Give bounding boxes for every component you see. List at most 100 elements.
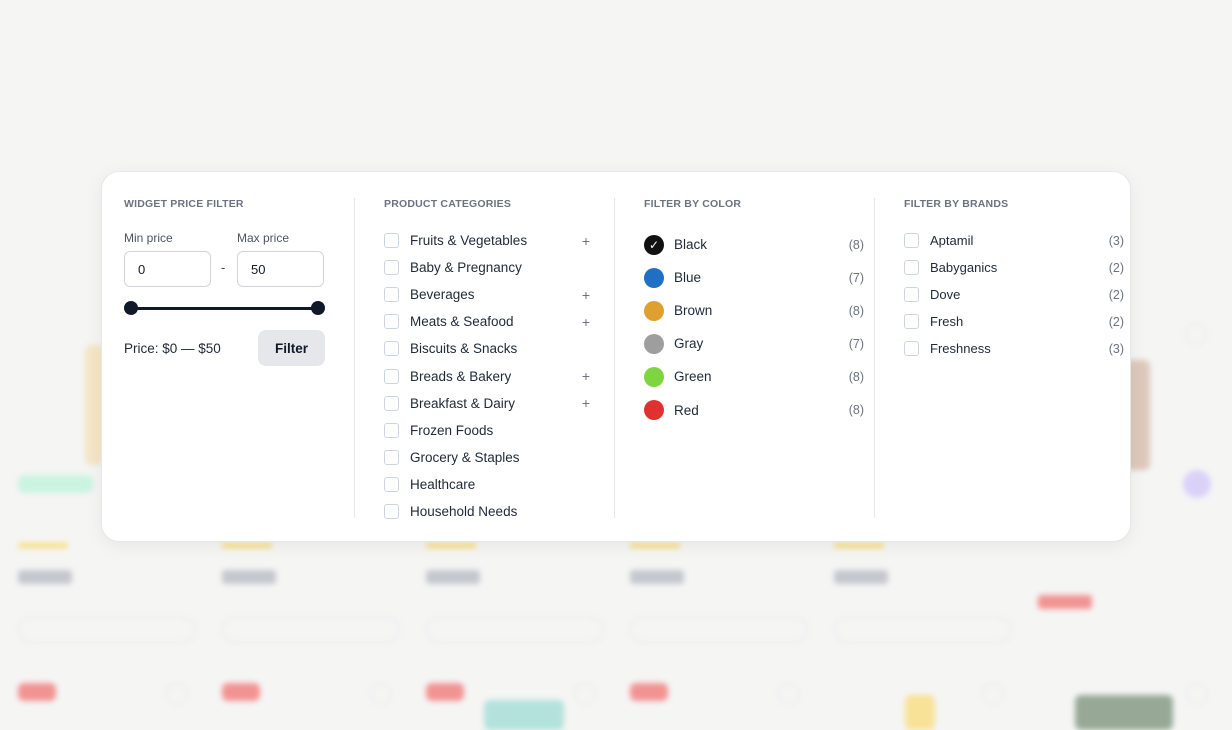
price-slider-min-handle[interactable] [124, 301, 138, 315]
brand-filter-section: FILTER BY BRANDS Aptamil (3) Babyganics (2)… [904, 172, 1136, 541]
color-swatch[interactable]: ✓ [644, 234, 664, 255]
brand-item[interactable]: Fresh (2) [904, 308, 1136, 335]
max-price-label: Max price [237, 231, 290, 245]
color-count: (8) [848, 403, 864, 418]
price-filter-section: WIDGET PRICE FILTER Min price Max price … [124, 172, 354, 541]
expand-plus-icon[interactable]: + [582, 368, 590, 384]
category-checkbox[interactable] [384, 449, 399, 465]
category-checkbox[interactable] [384, 503, 399, 519]
category-item[interactable]: Household Needs [384, 498, 616, 525]
category-label: Healthcare [410, 476, 476, 492]
color-swatch[interactable] [644, 333, 664, 354]
min-price-input[interactable] [124, 251, 211, 287]
category-label: Grocery & Staples [410, 449, 520, 465]
category-label: Baby & Pregnancy [410, 260, 522, 276]
brand-count: (2) [1108, 287, 1124, 302]
brands-title: FILTER BY BRANDS [904, 198, 1009, 210]
category-label: Beverages [410, 287, 475, 303]
brand-label: Dove [930, 287, 961, 303]
category-item[interactable]: Biscuits & Snacks [384, 335, 616, 362]
color-label: Blue [674, 270, 702, 286]
check-icon: ✓ [648, 237, 660, 252]
expand-plus-icon[interactable]: + [582, 395, 590, 411]
color-item-green[interactable]: Green (8) [644, 360, 876, 393]
brand-item[interactable]: Babyganics (2) [904, 254, 1136, 281]
color-label: Black [674, 237, 708, 253]
category-item[interactable]: Grocery & Staples [384, 444, 616, 471]
brand-item[interactable]: Dove (2) [904, 281, 1136, 308]
brand-count: (2) [1108, 260, 1124, 275]
color-count: (7) [848, 270, 864, 285]
color-swatch[interactable] [644, 400, 664, 421]
category-label: Breakfast & Dairy [410, 395, 516, 411]
category-checkbox[interactable] [384, 314, 399, 330]
category-item[interactable]: Breakfast & Dairy + [384, 390, 616, 417]
brand-label: Babyganics [930, 260, 998, 276]
color-item-red[interactable]: Red (8) [644, 393, 876, 426]
brand-count: (2) [1108, 314, 1124, 329]
category-label: Frozen Foods [410, 422, 494, 438]
color-item-blue[interactable]: Blue (7) [644, 261, 876, 294]
price-separator: - [221, 260, 226, 275]
category-checkbox[interactable] [384, 341, 399, 357]
brand-checkbox[interactable] [904, 233, 919, 249]
brand-checkbox[interactable] [904, 287, 919, 303]
category-checkbox[interactable] [384, 260, 399, 276]
color-label: Green [674, 369, 712, 385]
color-filter-section: FILTER BY COLOR ✓ Black (8) Blue (7) Brown (8)… [644, 172, 876, 541]
color-item-black[interactable]: ✓ Black (8) [644, 228, 876, 261]
expand-plus-icon[interactable]: + [582, 314, 590, 330]
price-filter-title: WIDGET PRICE FILTER [124, 198, 244, 210]
brand-item[interactable]: Aptamil (3) [904, 227, 1136, 254]
color-count: (8) [848, 303, 864, 318]
price-range-text: Price: $0 — $50 [124, 341, 221, 356]
color-swatch[interactable] [644, 267, 664, 288]
brand-item[interactable]: Freshness (3) [904, 335, 1136, 362]
color-count: (7) [848, 336, 864, 351]
brand-label: Aptamil [930, 233, 974, 249]
price-slider-max-handle[interactable] [311, 301, 325, 315]
category-item[interactable]: Healthcare [384, 471, 616, 498]
category-item[interactable]: Frozen Foods [384, 417, 616, 444]
brand-label: Fresh [930, 314, 964, 330]
brand-checkbox[interactable] [904, 260, 919, 276]
brand-count: (3) [1108, 233, 1124, 248]
color-item-gray[interactable]: Gray (7) [644, 327, 876, 360]
color-swatch[interactable] [644, 366, 664, 387]
category-item[interactable]: Breads & Bakery + [384, 362, 616, 389]
expand-plus-icon[interactable]: + [582, 233, 590, 249]
category-checkbox[interactable] [384, 368, 399, 384]
category-label: Breads & Bakery [410, 368, 512, 384]
category-checkbox[interactable] [384, 395, 399, 411]
brands-list: Aptamil (3) Babyganics (2) Dove (2) Fresh (2) Fr… [904, 227, 1136, 362]
category-label: Biscuits & Snacks [410, 341, 518, 357]
category-item[interactable]: Fruits & Vegetables + [384, 227, 616, 254]
brand-checkbox[interactable] [904, 314, 919, 330]
category-item[interactable]: Meats & Seafood + [384, 308, 616, 335]
categories-title: PRODUCT CATEGORIES [384, 198, 512, 210]
color-count: (8) [848, 369, 864, 384]
brand-label: Freshness [930, 341, 991, 357]
expand-plus-icon[interactable]: + [582, 287, 590, 303]
color-swatch[interactable] [644, 300, 664, 321]
category-checkbox[interactable] [384, 476, 399, 492]
color-label: Brown [674, 303, 713, 319]
category-label: Meats & Seafood [410, 314, 514, 330]
color-label: Gray [674, 336, 704, 352]
color-item-brown[interactable]: Brown (8) [644, 294, 876, 327]
category-item[interactable]: Baby & Pregnancy [384, 254, 616, 281]
filter-button[interactable]: Filter [258, 330, 325, 366]
category-checkbox[interactable] [384, 422, 399, 438]
categories-list: Fruits & Vegetables + Baby & Pregnancy Beve… [384, 227, 616, 525]
category-checkbox[interactable] [384, 233, 399, 249]
category-label: Household Needs [410, 503, 518, 519]
product-categories-section: PRODUCT CATEGORIES Fruits & Vegetables + B… [384, 172, 616, 541]
brand-checkbox[interactable] [904, 341, 919, 357]
category-item[interactable]: Beverages + [384, 281, 616, 308]
max-price-input[interactable] [237, 251, 324, 287]
price-slider-track[interactable] [130, 307, 318, 310]
category-checkbox[interactable] [384, 287, 399, 303]
min-price-label: Min price [124, 231, 173, 245]
color-count: (8) [848, 237, 864, 252]
brand-count: (3) [1108, 341, 1124, 356]
